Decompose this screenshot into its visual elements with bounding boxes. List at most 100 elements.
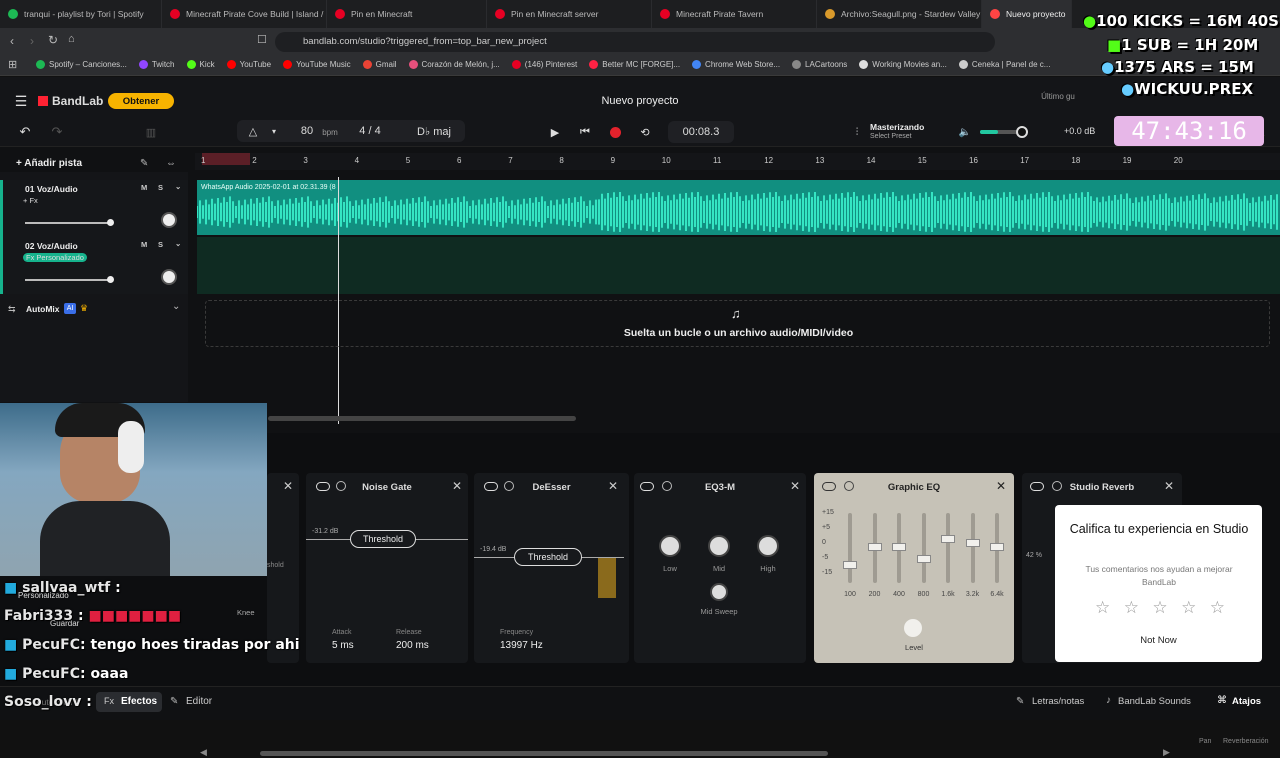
- audio-clip-track-1[interactable]: WhatsApp Audio 2025-02-01 at 02.31.39 (8: [197, 180, 1280, 235]
- brand-logo[interactable]: BandLab: [38, 92, 103, 110]
- mute-button[interactable]: M: [141, 183, 147, 192]
- star-icon[interactable]: ☆: [1210, 598, 1225, 618]
- scroll-left-icon[interactable]: ◀: [200, 747, 207, 758]
- project-title[interactable]: Nuevo proyecto: [560, 93, 720, 109]
- browser-tab[interactable]: Pin en Minecraft server: [487, 0, 652, 28]
- eq-fader[interactable]: [916, 513, 931, 583]
- track-header-2[interactable]: 02 Voz/Audio Fx Personalizado M S ⌄: [0, 237, 188, 294]
- eq-fader[interactable]: [892, 513, 906, 583]
- eq-fader-thumb[interactable]: [843, 561, 857, 569]
- close-icon[interactable]: ✕: [283, 479, 293, 493]
- master-volume-slider[interactable]: [980, 126, 1028, 138]
- solo-button[interactable]: S: [158, 240, 163, 249]
- eq-fader[interactable]: [941, 513, 955, 583]
- track-volume-thumb[interactable]: [107, 219, 114, 226]
- release-value[interactable]: 200 ms: [396, 640, 429, 651]
- bookmark-item[interactable]: Better MC [FORGE]...: [589, 60, 680, 69]
- loop-region[interactable]: [202, 153, 250, 165]
- timeline-ruler[interactable]: 1 2 3 4 5 6 7 8 9 10 11 12 13 14 15 16 17 18 19 20: [195, 153, 1280, 170]
- play-icon[interactable]: ▶: [546, 123, 564, 141]
- bpm-value[interactable]: 80: [297, 123, 317, 139]
- undo-icon[interactable]: ↶: [14, 123, 36, 141]
- sounds-button[interactable]: BandLab Sounds: [1118, 696, 1191, 707]
- automix-row[interactable]: ⇆ AutoMix AI ♛ ⌄: [0, 300, 188, 320]
- record-button[interactable]: [606, 123, 624, 141]
- empty-track-2[interactable]: [197, 237, 1280, 294]
- menu-icon[interactable]: ☰: [12, 92, 30, 110]
- threshold-dropdown[interactable]: Threshold: [514, 548, 582, 566]
- upgrade-button[interactable]: Obtener: [108, 93, 174, 109]
- redo-icon[interactable]: ↷: [46, 123, 68, 141]
- pan-knob[interactable]: [161, 269, 177, 285]
- track-name[interactable]: 02 Voz/Audio: [25, 241, 78, 251]
- chevron-down-icon[interactable]: ⌄: [172, 301, 180, 312]
- add-track-button[interactable]: + Añadir pista: [16, 158, 82, 169]
- bookmark-item[interactable]: Kick: [186, 60, 215, 69]
- close-icon[interactable]: ✕: [790, 479, 800, 493]
- eq-fader-thumb[interactable]: [892, 543, 906, 551]
- bookmark-item[interactable]: LACartoons: [792, 60, 847, 69]
- close-icon[interactable]: ✕: [608, 479, 618, 493]
- track-volume-thumb[interactable]: [107, 276, 114, 283]
- bookmark-item[interactable]: YouTube Music: [283, 60, 351, 69]
- star-icon[interactable]: ☆: [1124, 598, 1139, 618]
- key-signature[interactable]: D♭ maj: [409, 123, 459, 139]
- eq-fader-thumb[interactable]: [916, 555, 931, 563]
- master-volume-thumb[interactable]: [1016, 126, 1028, 138]
- eq-fader[interactable]: [990, 513, 1004, 583]
- back-icon[interactable]: ‹: [10, 34, 14, 48]
- star-icon[interactable]: ☆: [1152, 598, 1167, 618]
- bookmark-item[interactable]: Corazón de Melón, j...: [408, 60, 500, 69]
- track-volume-slider[interactable]: [25, 219, 114, 226]
- pan-knob[interactable]: [161, 212, 177, 228]
- scroll-right-icon[interactable]: ▶: [1163, 747, 1170, 758]
- preset-label[interactable]: Select Preset: [870, 133, 912, 140]
- frequency-value[interactable]: 13997 Hz: [500, 640, 543, 651]
- close-icon[interactable]: ✕: [1164, 479, 1174, 493]
- browser-tab[interactable]: Minecraft Pirate Tavern: [652, 0, 817, 28]
- skip-back-icon[interactable]: ⏮: [576, 123, 594, 141]
- bookmark-item[interactable]: Gmail: [362, 60, 397, 69]
- bookmark-item[interactable]: Spotify – Canciones...: [36, 60, 127, 69]
- time-signature[interactable]: 4 / 4: [353, 123, 387, 139]
- fit-icon[interactable]: ⇔: [166, 158, 176, 169]
- mastering-label[interactable]: Masterizando: [870, 122, 924, 132]
- eq-fader[interactable]: [843, 513, 857, 583]
- level-knob[interactable]: [904, 619, 922, 637]
- track-volume-slider[interactable]: [25, 276, 114, 283]
- loop-icon[interactable]: ⟲: [636, 123, 654, 141]
- eq-fader-thumb[interactable]: [990, 543, 1004, 551]
- metronome-icon[interactable]: △: [245, 123, 261, 139]
- low-knob[interactable]: [659, 535, 681, 557]
- forward-icon[interactable]: ›: [30, 34, 34, 48]
- browser-tab[interactable]: Archivo:Seagull.png - Stardew Valley: [817, 0, 982, 28]
- lyrics-button[interactable]: Letras/notas: [1032, 696, 1084, 707]
- fx-button[interactable]: + Fx: [23, 196, 38, 205]
- reload-icon[interactable]: ↻: [48, 33, 58, 47]
- drop-zone[interactable]: ♫ Suelta un bucle o un archivo audio/MID…: [205, 300, 1270, 347]
- eq-fader[interactable]: [867, 513, 882, 583]
- star-icon[interactable]: ☆: [1095, 598, 1110, 618]
- browser-tab[interactable]: Pin en Minecraft: [327, 0, 487, 28]
- eq-fader[interactable]: [965, 513, 980, 583]
- apps-icon[interactable]: ⊞: [0, 58, 36, 71]
- mute-button[interactable]: M: [141, 240, 147, 249]
- attack-value[interactable]: 5 ms: [332, 640, 354, 651]
- fx-button[interactable]: Fx Personalizado: [23, 253, 87, 262]
- mastering-icon[interactable]: ⫶: [850, 123, 864, 141]
- not-now-button[interactable]: Not Now: [1055, 635, 1262, 646]
- browser-tab[interactable]: tranqui - playlist by Tori | Spotify: [0, 0, 162, 28]
- url-input[interactable]: bandlab.com/studio?triggered_from=top_ba…: [275, 32, 995, 52]
- eq-fader-thumb[interactable]: [867, 543, 882, 551]
- solo-button[interactable]: S: [158, 183, 163, 192]
- bookmark-item[interactable]: Ceneka | Panel de c...: [958, 60, 1050, 69]
- volume-icon[interactable]: 🔈: [958, 123, 972, 141]
- shortcuts-button[interactable]: Atajos: [1232, 696, 1261, 707]
- bookmark-item[interactable]: (146) Pinterest: [511, 60, 577, 69]
- bookmark-item[interactable]: Working Movies an...: [859, 60, 947, 69]
- chevron-down-icon[interactable]: ⌄: [175, 239, 181, 248]
- browser-tab[interactable]: Nuevo proyecto: [982, 0, 1072, 28]
- chevron-down-icon[interactable]: ⌄: [175, 182, 181, 191]
- eq-fader-thumb[interactable]: [941, 535, 955, 543]
- horizontal-scrollbar[interactable]: [268, 416, 576, 421]
